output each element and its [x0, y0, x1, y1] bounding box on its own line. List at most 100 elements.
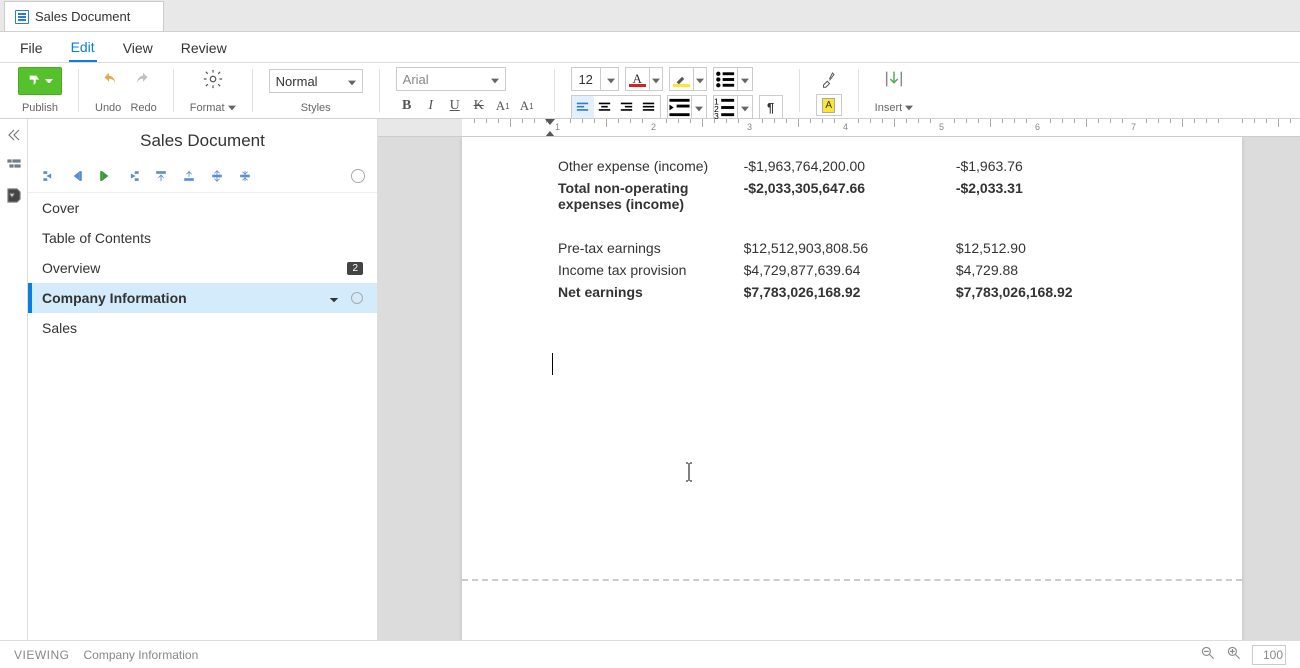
- horizontal-ruler[interactable]: 1234567: [462, 119, 1300, 136]
- comment-badge: 2: [347, 262, 363, 275]
- highlight-color-caret[interactable]: [693, 67, 707, 91]
- tab-bar: Sales Document: [0, 0, 1300, 32]
- align-left-button[interactable]: [572, 96, 594, 118]
- split-button[interactable]: [208, 167, 226, 185]
- outdent-button[interactable]: [68, 167, 86, 185]
- undo-group: Undo Redo: [89, 63, 163, 118]
- chevron-down-icon: [607, 78, 615, 84]
- page-scroll[interactable]: Other expense (income)-$1,963,764,200.00…: [378, 137, 1300, 640]
- publish-label: Publish: [22, 102, 58, 114]
- outline-nav: Cover Table of Contents Overview 2 Compa…: [28, 193, 377, 640]
- align-justify-button[interactable]: [638, 96, 660, 118]
- insert-button[interactable]: [882, 67, 906, 91]
- publish-icon: [27, 73, 43, 89]
- ribbon-toolbar: Publish Undo Redo Format Normal Styles: [0, 63, 1300, 119]
- zoom-out-button[interactable]: [1200, 645, 1216, 664]
- collapse-rail-button[interactable]: [4, 125, 24, 145]
- chevron-down-icon: [695, 106, 703, 112]
- undo-button[interactable]: [97, 69, 121, 93]
- subscript-button[interactable]: A1: [516, 95, 538, 117]
- bold-button[interactable]: B: [396, 95, 418, 117]
- publish-group: Publish: [12, 63, 68, 118]
- format-button[interactable]: [201, 67, 225, 91]
- move-up-top-button[interactable]: [180, 167, 198, 185]
- table-row: Pre-tax earnings$12,512,903,808.56$12,51…: [552, 237, 1162, 259]
- underline-button[interactable]: U: [444, 95, 466, 117]
- redo-button[interactable]: [131, 69, 155, 93]
- document-area: 1234567 Other expense (income)-$1,963,76…: [378, 119, 1300, 640]
- align-right-icon: [620, 101, 633, 114]
- zoom-in-button[interactable]: [1226, 645, 1242, 664]
- svg-text:3: 3: [714, 111, 719, 119]
- chevron-down-icon: [741, 78, 749, 84]
- styles-select[interactable]: Normal: [269, 69, 363, 93]
- indent-button[interactable]: [667, 95, 707, 119]
- menu-view[interactable]: View: [121, 34, 155, 61]
- indent-with-children-button[interactable]: [124, 167, 142, 185]
- insert-group: Insert: [869, 63, 920, 118]
- nav-item-toc[interactable]: Table of Contents: [28, 223, 377, 253]
- menu-edit[interactable]: Edit: [69, 33, 97, 62]
- outdent-with-children-button[interactable]: [40, 167, 58, 185]
- bullet-list-icon: [714, 68, 737, 91]
- font-color-caret[interactable]: [649, 67, 663, 91]
- strikethrough-button[interactable]: K: [468, 95, 490, 117]
- move-up-button[interactable]: [152, 167, 170, 185]
- publish-button[interactable]: [18, 67, 62, 95]
- styles-group: Normal Styles: [263, 63, 369, 118]
- align-center-icon: [598, 101, 611, 114]
- font-size-caret[interactable]: [601, 67, 619, 91]
- menu-review[interactable]: Review: [179, 34, 229, 61]
- nav-item-sales[interactable]: Sales: [28, 313, 377, 343]
- nav-item-label: Overview: [42, 260, 100, 276]
- align-center-button[interactable]: [594, 96, 616, 118]
- superscript-button[interactable]: A1: [492, 95, 514, 117]
- document-page[interactable]: Other expense (income)-$1,963,764,200.00…: [462, 137, 1242, 640]
- outline-toggle-radio[interactable]: [351, 169, 365, 183]
- outline-rail-button[interactable]: [4, 155, 24, 175]
- nav-item-radio[interactable]: [351, 292, 363, 304]
- table-row: Total non-operating expenses (income)-$2…: [552, 177, 1162, 215]
- outline-toolbar: [28, 159, 377, 193]
- edit-marker-icon: [330, 294, 338, 302]
- clear-format-button[interactable]: [816, 67, 840, 90]
- align-right-button[interactable]: [616, 96, 638, 118]
- highlight-color-button[interactable]: [669, 67, 693, 91]
- nav-item-label: Company Information: [42, 290, 187, 306]
- table-row: Other expense (income)-$1,963,764,200.00…: [552, 155, 1162, 177]
- merge-button[interactable]: [236, 167, 254, 185]
- chevron-down-icon: [741, 106, 749, 112]
- font-color-button[interactable]: A: [625, 67, 649, 91]
- numbered-list-icon: 123: [714, 96, 737, 119]
- document-tab-title: Sales Document: [35, 9, 130, 24]
- chevron-down-icon: [491, 78, 499, 84]
- favorites-rail-button[interactable]: [4, 185, 24, 205]
- redo-icon: [134, 72, 152, 90]
- heart-tag-icon: [6, 187, 22, 203]
- menu-file[interactable]: File: [18, 34, 45, 61]
- paragraph-mark-button[interactable]: ¶: [759, 95, 783, 119]
- document-tab[interactable]: Sales Document: [4, 1, 164, 31]
- italic-button[interactable]: I: [420, 95, 442, 117]
- text-cursor-line: [552, 353, 1162, 378]
- nav-item-company-information[interactable]: Company Information: [28, 283, 377, 313]
- nav-item-overview[interactable]: Overview 2: [28, 253, 377, 283]
- font-size-value: 12: [578, 72, 592, 87]
- highlight-swatch-icon: A: [822, 98, 835, 113]
- nav-item-cover[interactable]: Cover: [28, 193, 377, 223]
- style-highlight-button[interactable]: A: [816, 94, 842, 116]
- chevron-down-icon: [652, 78, 660, 84]
- font-select[interactable]: Arial: [396, 67, 506, 91]
- undo-label: Undo: [95, 102, 121, 114]
- font-size-input[interactable]: 12: [571, 67, 601, 91]
- font-group: Arial B I U K A1 A1: [390, 63, 544, 118]
- nav-item-label: Table of Contents: [42, 230, 151, 246]
- outline-sidebar: Sales Document Cover Table of Contents O…: [28, 119, 378, 640]
- brush-icon: [819, 70, 837, 88]
- nav-item-label: Cover: [42, 200, 79, 216]
- zoom-value[interactable]: 100: [1252, 645, 1286, 665]
- bullet-list-button[interactable]: [713, 67, 753, 91]
- numbered-list-button[interactable]: 123: [713, 95, 753, 119]
- status-bar: VIEWING Company Information 100: [0, 640, 1300, 668]
- indent-button-go[interactable]: [96, 167, 114, 185]
